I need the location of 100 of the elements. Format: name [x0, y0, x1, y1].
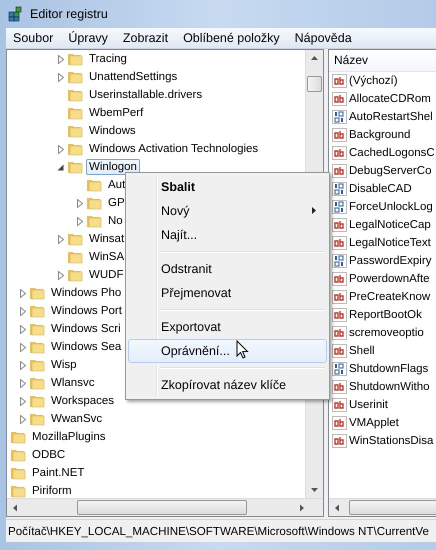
- tree-item[interactable]: Wlansvc: [48, 375, 98, 391]
- expand-arrow-icon[interactable]: [20, 396, 26, 406]
- binary-value-icon: [332, 110, 347, 124]
- binary-value-icon: [332, 200, 347, 214]
- tree-item[interactable]: Windows Pho: [48, 285, 124, 301]
- menu-item[interactable]: Přejmenovat: [128, 281, 327, 305]
- string-value-icon: [332, 236, 347, 250]
- value-name[interactable]: Shell: [349, 345, 375, 357]
- tree-item[interactable]: WinSA: [86, 249, 128, 265]
- string-value-icon: [332, 416, 347, 430]
- collapse-arrow-icon[interactable]: [57, 164, 64, 170]
- tree-item[interactable]: Windows: [86, 123, 139, 139]
- string-value-icon: [332, 344, 347, 358]
- tree-item[interactable]: GP: [105, 195, 128, 211]
- tree-item[interactable]: Windows Scri: [48, 321, 124, 337]
- tree-item[interactable]: Windows Activation Technologies: [86, 141, 262, 157]
- tree-item[interactable]: WwanSvc: [48, 411, 106, 427]
- expand-arrow-icon[interactable]: [58, 54, 64, 64]
- tree-item[interactable]: Aut: [105, 177, 128, 193]
- menu-item[interactable]: Oprávnění...: [128, 339, 327, 363]
- value-name[interactable]: AutoRestartShel: [349, 111, 433, 123]
- value-name[interactable]: WinStationsDisa: [349, 435, 434, 447]
- expand-arrow-icon[interactable]: [58, 72, 64, 82]
- folder-icon: [67, 159, 83, 175]
- expand-arrow-icon[interactable]: [20, 288, 26, 298]
- mouse-pointer-icon: [236, 340, 250, 360]
- value-name[interactable]: LegalNoticeText: [349, 237, 431, 249]
- string-value-icon: [332, 290, 347, 304]
- horizontal-scrollbar[interactable]: [7, 498, 323, 516]
- tree-item[interactable]: No: [105, 213, 126, 229]
- tree-item[interactable]: Winlogon: [86, 159, 140, 175]
- folder-icon: [29, 339, 45, 355]
- tree-item[interactable]: UnattendSettings: [86, 69, 180, 85]
- folder-icon: [67, 123, 83, 139]
- expand-arrow-icon[interactable]: [76, 198, 82, 208]
- value-name[interactable]: CachedLogonsC: [349, 147, 435, 159]
- folder-icon: [67, 69, 83, 85]
- value-name[interactable]: scremoveoptio: [349, 327, 424, 339]
- value-name[interactable]: (Výchozí): [349, 75, 398, 87]
- value-name[interactable]: PreCreateKnow: [349, 291, 430, 303]
- tree-item[interactable]: Wisp: [48, 357, 80, 373]
- value-name[interactable]: LegalNoticeCap: [349, 219, 431, 231]
- tree-item[interactable]: Winsat: [86, 231, 128, 247]
- binary-value-icon: [332, 362, 347, 376]
- value-name[interactable]: DebugServerCo: [349, 165, 432, 177]
- tree-item[interactable]: ODBC: [29, 447, 68, 463]
- expand-arrow-icon[interactable]: [76, 216, 82, 226]
- tree-item[interactable]: WUDF: [86, 267, 126, 283]
- tree-item[interactable]: Piriform: [29, 483, 75, 498]
- scroll-thumb[interactable]: [349, 500, 436, 515]
- expand-arrow-icon[interactable]: [20, 360, 26, 370]
- expand-arrow-icon[interactable]: [20, 306, 26, 316]
- scroll-thumb[interactable]: [77, 500, 247, 515]
- value-name[interactable]: Userinit: [349, 399, 388, 411]
- folder-icon: [29, 393, 45, 409]
- folder-icon: [29, 285, 45, 301]
- tree-item[interactable]: Tracing: [86, 51, 130, 67]
- menu-item[interactable]: Zobrazit: [116, 31, 176, 45]
- folder-icon: [10, 465, 26, 481]
- tree-item[interactable]: Windows Sea: [48, 339, 124, 355]
- menu-item[interactable]: Sbalit: [128, 175, 327, 199]
- menu-item[interactable]: Exportovat: [128, 315, 327, 339]
- expand-arrow-icon[interactable]: [20, 378, 26, 388]
- menu-item[interactable]: Zkopírovat název klíče: [128, 373, 327, 397]
- expand-arrow-icon[interactable]: [58, 270, 64, 280]
- expand-arrow-icon[interactable]: [20, 342, 26, 352]
- horizontal-scrollbar[interactable]: [329, 498, 436, 516]
- tree-item[interactable]: Workspaces: [48, 393, 118, 409]
- menu-item[interactable]: Úpravy: [61, 31, 116, 45]
- expand-arrow-icon[interactable]: [58, 234, 64, 244]
- expand-arrow-icon[interactable]: [20, 324, 26, 334]
- menu-item[interactable]: Oblíbené položky: [176, 31, 288, 45]
- tree-item[interactable]: WbemPerf: [86, 105, 146, 121]
- menu-item[interactable]: Soubor: [6, 31, 62, 45]
- value-name[interactable]: ReportBootOk: [349, 309, 422, 321]
- value-name[interactable]: PowerdownAfte: [349, 273, 430, 285]
- folder-icon: [67, 105, 83, 121]
- tree-item[interactable]: Paint.NET: [29, 465, 88, 481]
- value-name[interactable]: AllocateCDRom: [349, 93, 431, 105]
- value-name[interactable]: ShutdownFlags: [349, 363, 428, 375]
- value-name[interactable]: VMApplet: [349, 417, 399, 429]
- menu-item[interactable]: Najít...: [128, 223, 327, 247]
- menu-item[interactable]: Nový: [128, 199, 327, 223]
- folder-icon: [67, 141, 83, 157]
- value-name[interactable]: PasswordExpiry: [349, 255, 432, 267]
- binary-value-icon: [332, 182, 347, 196]
- string-value-icon: [332, 128, 347, 142]
- scroll-thumb[interactable]: [307, 76, 322, 92]
- value-name[interactable]: DisableCAD: [349, 183, 412, 195]
- expand-arrow-icon[interactable]: [20, 414, 26, 424]
- menu-item[interactable]: Odstranit: [128, 257, 327, 281]
- value-name[interactable]: ForceUnlockLog: [349, 201, 433, 213]
- tree-item[interactable]: Userinstallable.drivers: [86, 87, 206, 103]
- menu-item[interactable]: Nápověda: [288, 31, 360, 45]
- value-name[interactable]: ShutdownWitho: [349, 381, 430, 393]
- tree-item[interactable]: MozillaPlugins: [29, 429, 109, 445]
- value-name[interactable]: Background: [349, 129, 410, 141]
- string-value-icon: [332, 74, 347, 88]
- expand-arrow-icon[interactable]: [58, 144, 64, 154]
- tree-item[interactable]: Windows Port: [48, 303, 125, 319]
